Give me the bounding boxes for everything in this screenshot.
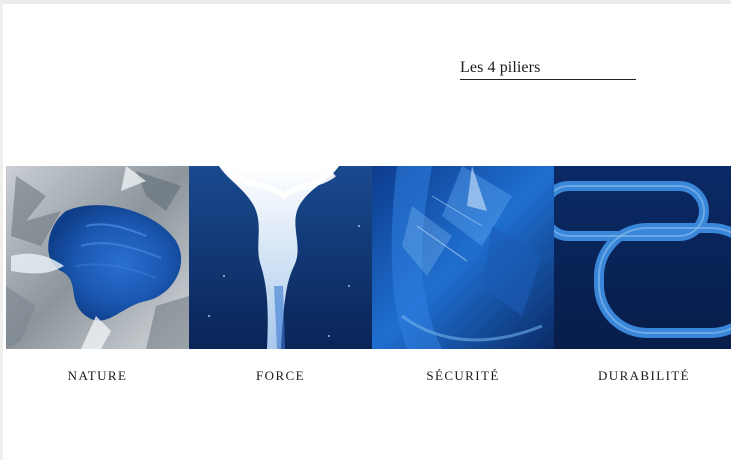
pillar-label-securite[interactable]: SÉCURITÉ: [372, 368, 554, 384]
pillar-label-force[interactable]: FORCE: [189, 368, 372, 384]
glacier-lake-image: [6, 166, 189, 349]
pillars-gallery: [6, 166, 731, 349]
pillar-label-durabilite[interactable]: DURABILITÉ: [554, 368, 731, 384]
pillar-label-nature[interactable]: NATURE: [6, 368, 189, 384]
pillar-image-force[interactable]: [189, 166, 372, 349]
glass-shard-image: [372, 166, 554, 349]
page: Les 4 piliers NATURE FORCE SÉCURITÉ DURA…: [0, 0, 731, 460]
water-splash-image: [189, 166, 372, 349]
pillar-image-securite[interactable]: [372, 166, 554, 349]
pillar-labels: NATURE FORCE SÉCURITÉ DURABILITÉ: [6, 368, 731, 384]
section-heading: Les 4 piliers: [460, 59, 541, 76]
pillar-image-nature[interactable]: [6, 166, 189, 349]
chain-links-image: [554, 166, 731, 349]
section-heading-underline: Les 4 piliers: [460, 59, 636, 80]
pillar-image-durabilite[interactable]: [554, 166, 731, 349]
